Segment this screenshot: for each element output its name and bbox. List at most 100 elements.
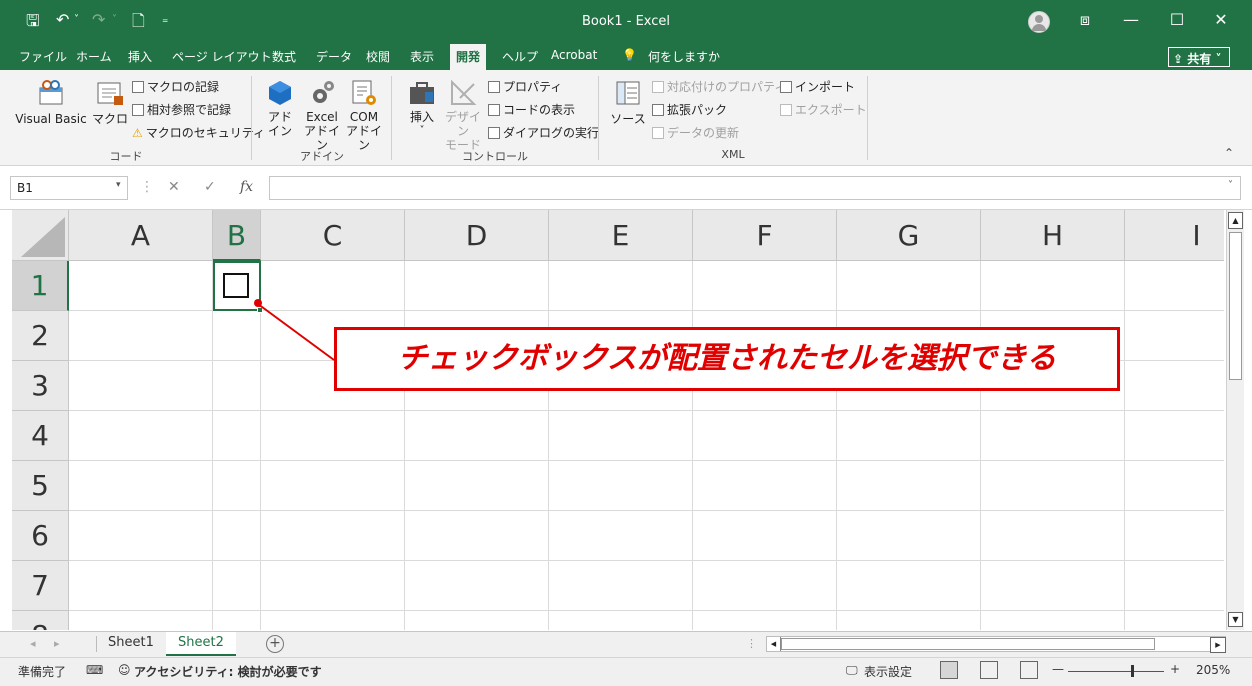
row-header-5[interactable]: 5 <box>12 461 69 511</box>
scroll-right-icon[interactable]: ▶ <box>1210 637 1226 653</box>
zoom-slider[interactable] <box>1068 671 1164 672</box>
share-button[interactable]: ⇪ 共有 ˅ <box>1168 47 1230 67</box>
xml-source-icon <box>616 81 640 105</box>
expansion-packs-button[interactable]: 拡張パック <box>652 101 727 118</box>
column-header-h[interactable]: H <box>981 210 1125 261</box>
name-box[interactable]: B1 <box>10 176 128 200</box>
zoom-out-button[interactable]: — <box>1052 662 1064 676</box>
select-all-button[interactable] <box>12 210 69 261</box>
zoom-slider-thumb[interactable] <box>1131 665 1134 677</box>
column-header-a[interactable]: A <box>69 210 213 261</box>
relative-reference-button[interactable]: 相対参照で記録 <box>132 101 231 118</box>
row-header-7[interactable]: 7 <box>12 561 69 611</box>
selected-cell-b1[interactable] <box>213 261 261 311</box>
tab-data[interactable]: データ <box>316 48 352 65</box>
macros-button[interactable]: マクロ <box>92 78 128 126</box>
tab-page-layout[interactable]: ページ レイアウト <box>172 48 272 65</box>
scroll-up-icon[interactable]: ▲ <box>1228 212 1243 229</box>
design-mode-label-line1: デザイン <box>444 110 481 138</box>
maximize-button[interactable]: ☐ <box>1162 10 1192 29</box>
column-header-d[interactable]: D <box>405 210 549 261</box>
run-dialog-button[interactable]: ダイアログの実行 <box>488 124 599 141</box>
zoom-level[interactable]: 205% <box>1196 663 1230 677</box>
tab-file[interactable]: ファイル <box>19 48 67 65</box>
next-sheet-icon[interactable]: ▸ <box>54 637 60 650</box>
addins-label-line1: アド <box>267 110 292 124</box>
enter-icon[interactable]: ✓ <box>204 179 216 195</box>
tab-split-handle[interactable]: ⋮ <box>746 637 757 650</box>
row-header-3[interactable]: 3 <box>12 361 69 411</box>
zoom-in-button[interactable]: + <box>1170 662 1180 676</box>
excel-addins-button[interactable]: Excel アドイン <box>300 78 344 152</box>
scroll-left-icon[interactable]: ◀ <box>767 637 781 651</box>
horizontal-scroll-thumb[interactable] <box>781 638 1155 650</box>
visual-basic-label: Visual Basic <box>15 112 87 126</box>
export-button[interactable]: エクスポート <box>780 101 867 118</box>
tab-formulas[interactable]: 数式 <box>272 48 296 65</box>
tab-view[interactable]: 表示 <box>410 48 434 65</box>
row-header-8[interactable]: 8 <box>12 611 69 630</box>
run-dialog-icon <box>488 127 500 139</box>
gridline <box>260 261 261 630</box>
design-mode-button[interactable]: デザイン モード <box>442 78 484 152</box>
column-header-g[interactable]: G <box>837 210 981 261</box>
tab-home[interactable]: ホーム <box>76 48 112 65</box>
horizontal-scrollbar[interactable]: ◀ <box>766 636 1226 652</box>
ribbon-display-options-icon[interactable]: ⧈ <box>1070 10 1100 30</box>
user-avatar[interactable] <box>1028 11 1050 33</box>
row-header-6[interactable]: 6 <box>12 511 69 561</box>
scroll-down-icon[interactable]: ▼ <box>1228 612 1243 627</box>
normal-view-icon[interactable] <box>940 661 958 679</box>
row-header-4[interactable]: 4 <box>12 411 69 461</box>
tell-me-search[interactable]: 何をしますか <box>648 48 720 65</box>
fill-handle[interactable] <box>257 307 263 313</box>
tab-acrobat[interactable]: Acrobat <box>551 48 597 62</box>
import-button[interactable]: インポート <box>780 78 855 95</box>
expand-formula-bar-icon[interactable]: ˅ <box>1228 180 1233 191</box>
map-properties-button[interactable]: 対応付けのプロパティ <box>652 78 786 95</box>
insert-control-button[interactable]: 挿入 ˅ <box>402 78 442 138</box>
vertical-scroll-thumb[interactable] <box>1229 232 1242 380</box>
record-macro-button[interactable]: マクロの記録 <box>132 78 219 95</box>
vertical-scrollbar[interactable]: ▲ ▼ <box>1226 210 1244 630</box>
com-addins-button[interactable]: COM アドイン <box>344 78 384 152</box>
column-header-b[interactable]: B <box>213 210 261 261</box>
page-break-preview-icon[interactable] <box>1020 661 1038 679</box>
close-button[interactable]: ✕ <box>1206 10 1236 29</box>
addins-label-line2: イン <box>267 124 292 138</box>
tab-help[interactable]: ヘルプ <box>502 48 538 65</box>
sheet-tab-sheet1[interactable]: Sheet1 <box>96 632 166 656</box>
properties-button[interactable]: プロパティ <box>488 78 562 95</box>
tab-review[interactable]: 校閲 <box>366 48 390 65</box>
warning-icon: ⚠ <box>132 126 143 140</box>
addins-button[interactable]: アド イン <box>264 78 296 138</box>
column-header-i[interactable]: I <box>1125 210 1224 261</box>
column-header-f[interactable]: F <box>693 210 837 261</box>
macro-recording-icon[interactable]: ⌨ <box>86 663 103 677</box>
tab-insert[interactable]: 挿入 <box>128 48 152 65</box>
minimize-button[interactable]: — <box>1116 10 1146 29</box>
column-header-e[interactable]: E <box>549 210 693 261</box>
add-sheet-button[interactable]: + <box>266 635 284 653</box>
previous-sheet-icon[interactable]: ◂ <box>30 637 36 650</box>
row-header-1[interactable]: 1 <box>12 261 69 311</box>
sheet-tab-sheet2[interactable]: Sheet2 <box>166 632 236 656</box>
view-code-button[interactable]: コードの表示 <box>488 101 575 118</box>
visual-basic-button[interactable]: Visual Basic <box>14 78 88 126</box>
refresh-data-button[interactable]: データの更新 <box>652 124 739 141</box>
tab-developer[interactable]: 開発 <box>450 44 487 70</box>
worksheet-grid[interactable]: A B C D E F G H I 1 2 3 4 5 6 7 8 <box>12 210 1224 630</box>
collapse-ribbon-icon[interactable]: ⌃ <box>1224 146 1234 160</box>
macro-security-button[interactable]: ⚠ マクロのセキュリティ <box>132 124 265 141</box>
accessibility-status[interactable]: アクセシビリティ: 検討が必要です <box>134 663 322 680</box>
column-header-c[interactable]: C <box>261 210 405 261</box>
formula-input[interactable] <box>269 176 1241 200</box>
cancel-icon[interactable]: ✕ <box>168 179 180 195</box>
xml-source-button[interactable]: ソース <box>610 78 646 126</box>
chevron-down-icon[interactable]: ▾ <box>116 180 121 190</box>
annotation-text: チェックボックスが配置されたセルを選択できる <box>397 341 1057 376</box>
page-layout-view-icon[interactable] <box>980 661 998 679</box>
display-settings-button[interactable]: 表示設定 <box>864 663 912 680</box>
insert-function-icon[interactable]: fx <box>240 179 253 195</box>
row-header-2[interactable]: 2 <box>12 311 69 361</box>
